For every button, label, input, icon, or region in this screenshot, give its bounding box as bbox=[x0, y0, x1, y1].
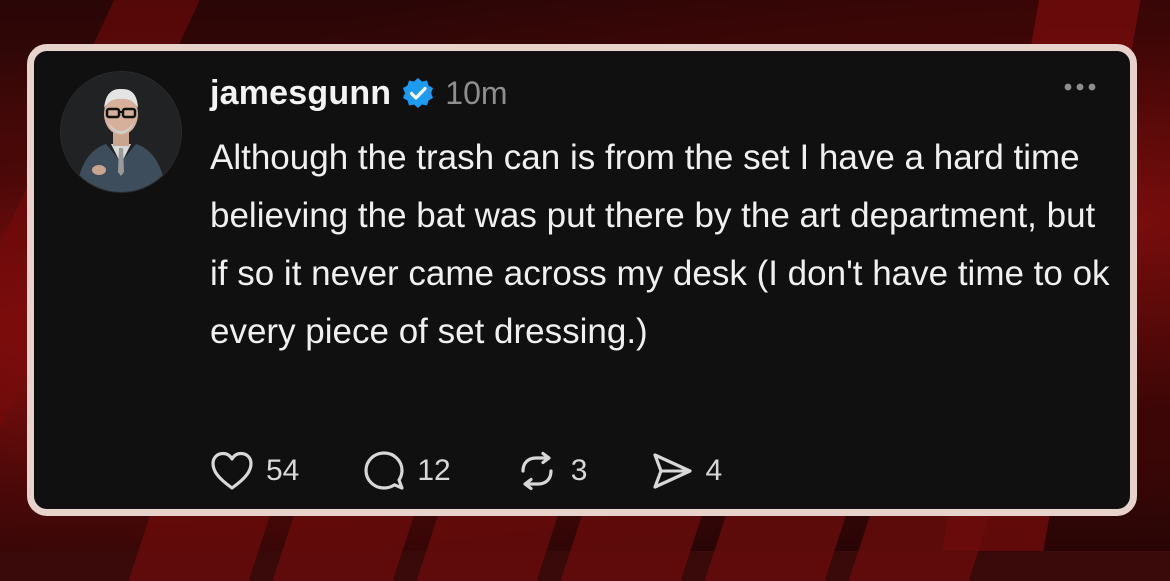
repost-count: 3 bbox=[570, 454, 588, 487]
reply-count: 12 bbox=[417, 454, 451, 487]
verified-badge-icon bbox=[401, 76, 435, 110]
reply-button[interactable]: 12 bbox=[363, 450, 451, 492]
like-button[interactable]: 54 bbox=[210, 451, 299, 491]
post-timestamp: 10m bbox=[445, 74, 508, 111]
repost-button[interactable]: 3 bbox=[515, 451, 588, 491]
comment-icon bbox=[363, 450, 405, 492]
post-card: jamesgunn 10m Although the trash can is … bbox=[27, 44, 1137, 516]
avatar[interactable] bbox=[60, 71, 182, 193]
heart-icon bbox=[210, 451, 254, 491]
post-header: jamesgunn 10m bbox=[210, 71, 508, 115]
background-graphic bbox=[128, 511, 1140, 581]
username[interactable]: jamesgunn bbox=[210, 74, 391, 113]
send-icon bbox=[651, 451, 693, 491]
post-actions: 54 12 3 4 bbox=[210, 449, 786, 493]
share-button[interactable]: 4 bbox=[651, 451, 722, 491]
share-count: 4 bbox=[705, 454, 723, 487]
post-text: Although the trash can is from the set I… bbox=[210, 138, 1110, 351]
more-options-icon[interactable] bbox=[1060, 79, 1100, 95]
repost-icon bbox=[515, 451, 559, 491]
like-count: 54 bbox=[266, 454, 300, 487]
